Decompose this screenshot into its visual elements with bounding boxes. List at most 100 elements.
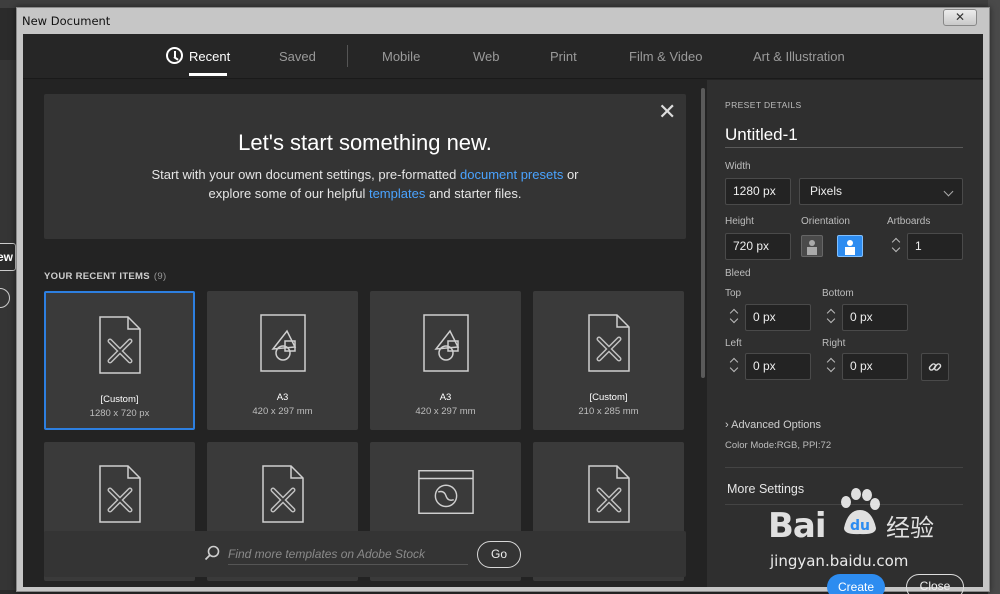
recent-items-count: (9) [153,271,167,282]
recent-item-card[interactable]: A3 420 x 297 mm [370,291,521,430]
scrollbar-thumb[interactable] [701,88,705,378]
item-name: A3 [276,392,289,403]
width-label: Width [725,161,751,172]
banner-text-line-2: explore some of our helpful templates an… [44,186,686,201]
recent-item-card[interactable]: A3 420 x 297 mm [207,291,358,430]
artboards-stepper[interactable] [887,233,907,260]
custom-doc-icon [98,465,141,523]
item-size: 420 x 297 mm [252,406,313,417]
stepper-down-icon[interactable] [826,363,836,373]
banner-text: and starter files. [425,186,522,201]
banner-text: Start with your own document settings, p… [151,167,460,182]
recent-scrollbar[interactable] [699,80,707,587]
tab-divider [347,45,348,67]
artboards-input[interactable]: 1 [907,233,963,260]
bleed-bottom-input[interactable]: 0 px [842,304,908,331]
banner-title: Let's start something new. [238,130,492,155]
document-name-input[interactable] [725,122,963,148]
height-label: Height [725,216,754,227]
link-bleed-button[interactable] [921,353,949,381]
height-input[interactable]: 720 px [725,233,791,260]
portrait-icon-body [807,247,817,255]
tab-print[interactable]: Print [550,49,577,64]
stepper-down-icon[interactable] [729,363,739,373]
advanced-options-toggle[interactable]: › Advanced Options [725,419,821,431]
custom-doc-icon [587,314,630,372]
artboards-label: Artboards [887,216,931,227]
banner-close-button[interactable]: ✕ [658,100,676,125]
shapes-doc-icon [422,314,469,372]
banner-text: or [563,167,579,182]
color-mode-summary: Color Mode:RGB, PPI:72 [725,440,832,451]
recent-item-card[interactable]: [Custom] 210 x 285 mm [533,291,684,430]
units-dropdown[interactable]: Pixels [799,178,963,205]
bleed-left-label: Left [725,338,742,349]
stepper-down-icon[interactable] [826,314,836,324]
tab-active-underline [189,73,227,76]
link-icon [928,363,942,371]
window-close-button[interactable]: ✕ [943,9,977,26]
tab-recent[interactable]: Recent [189,49,230,64]
bleed-right-stepper[interactable] [822,353,842,380]
tab-web[interactable]: Web [473,49,500,64]
document-presets-link[interactable]: document presets [460,167,563,182]
bleed-top-label: Top [725,288,742,299]
item-size: 1280 x 720 px [89,408,150,419]
go-button[interactable]: Go [477,541,521,568]
bleed-top-stepper[interactable] [725,304,745,331]
portrait-icon [809,240,815,246]
custom-doc-icon [587,465,630,523]
create-button[interactable]: Create [827,574,885,594]
bleed-left-input[interactable]: 0 px [745,353,811,380]
divider [725,467,963,468]
recent-item-card[interactable]: [Custom] 1280 x 720 px [44,291,195,430]
custom-doc-icon [261,465,304,523]
advanced-options-label: Advanced Options [731,419,822,431]
bleed-right-input[interactable]: 0 px [842,353,908,380]
recent-items-label: YOUR RECENT ITEMS [44,271,150,282]
more-settings-button[interactable]: More Settings [727,482,804,496]
item-name: [Custom] [589,392,628,403]
divider [725,504,963,505]
stepper-down-icon[interactable] [891,243,901,253]
landscape-icon-body [845,247,855,255]
close-button[interactable]: Close [906,574,964,594]
orientation-label: Orientation [801,216,850,227]
web-doc-icon [417,470,474,514]
recent-panel: ✕ Let's start something new. Start with … [23,80,699,587]
tab-saved[interactable]: Saved [279,49,316,64]
banner-text-line-1: Start with your own document settings, p… [44,167,686,182]
chevron-down-icon [943,186,954,197]
clock-icon [166,47,183,64]
tab-mobile[interactable]: Mobile [382,49,420,64]
bleed-left-stepper[interactable] [725,353,745,380]
bleed-bottom-stepper[interactable] [822,304,842,331]
landscape-orientation-button[interactable] [837,235,863,257]
category-tabs: Recent Saved Mobile Web Print Film & Vid… [23,34,983,79]
tab-film-video[interactable]: Film & Video [629,49,702,64]
preset-details-panel: PRESET DETAILS Width 1280 px Pixels Heig… [707,80,983,594]
custom-doc-icon [98,316,141,374]
search-icon [204,545,220,561]
item-size: 420 x 297 mm [415,406,476,417]
landscape-icon [847,240,853,246]
window-title: New Document [22,14,111,28]
welcome-banner: ✕ Let's start something new. Start with … [44,94,686,239]
preset-details-heading: PRESET DETAILS [725,100,802,110]
dialog-content: Recent Saved Mobile Web Print Film & Vid… [23,34,983,594]
stock-search-input[interactable] [228,543,468,565]
recent-items-heading: YOUR RECENT ITEMS (9) [44,271,166,282]
item-name: [Custom] [100,394,139,405]
item-size: 210 x 285 mm [578,406,639,417]
stock-search-bar: Go [44,531,686,577]
tab-art-illustration[interactable]: Art & Illustration [753,49,845,64]
background-new-button[interactable]: ew [0,243,16,271]
stepper-down-icon[interactable] [729,314,739,324]
width-input[interactable]: 1280 px [725,178,791,205]
units-value: Pixels [810,184,843,198]
shapes-doc-icon [259,314,306,372]
bleed-bottom-label: Bottom [822,288,854,299]
portrait-orientation-button[interactable] [801,235,823,257]
bleed-top-input[interactable]: 0 px [745,304,811,331]
templates-link[interactable]: templates [369,186,425,201]
